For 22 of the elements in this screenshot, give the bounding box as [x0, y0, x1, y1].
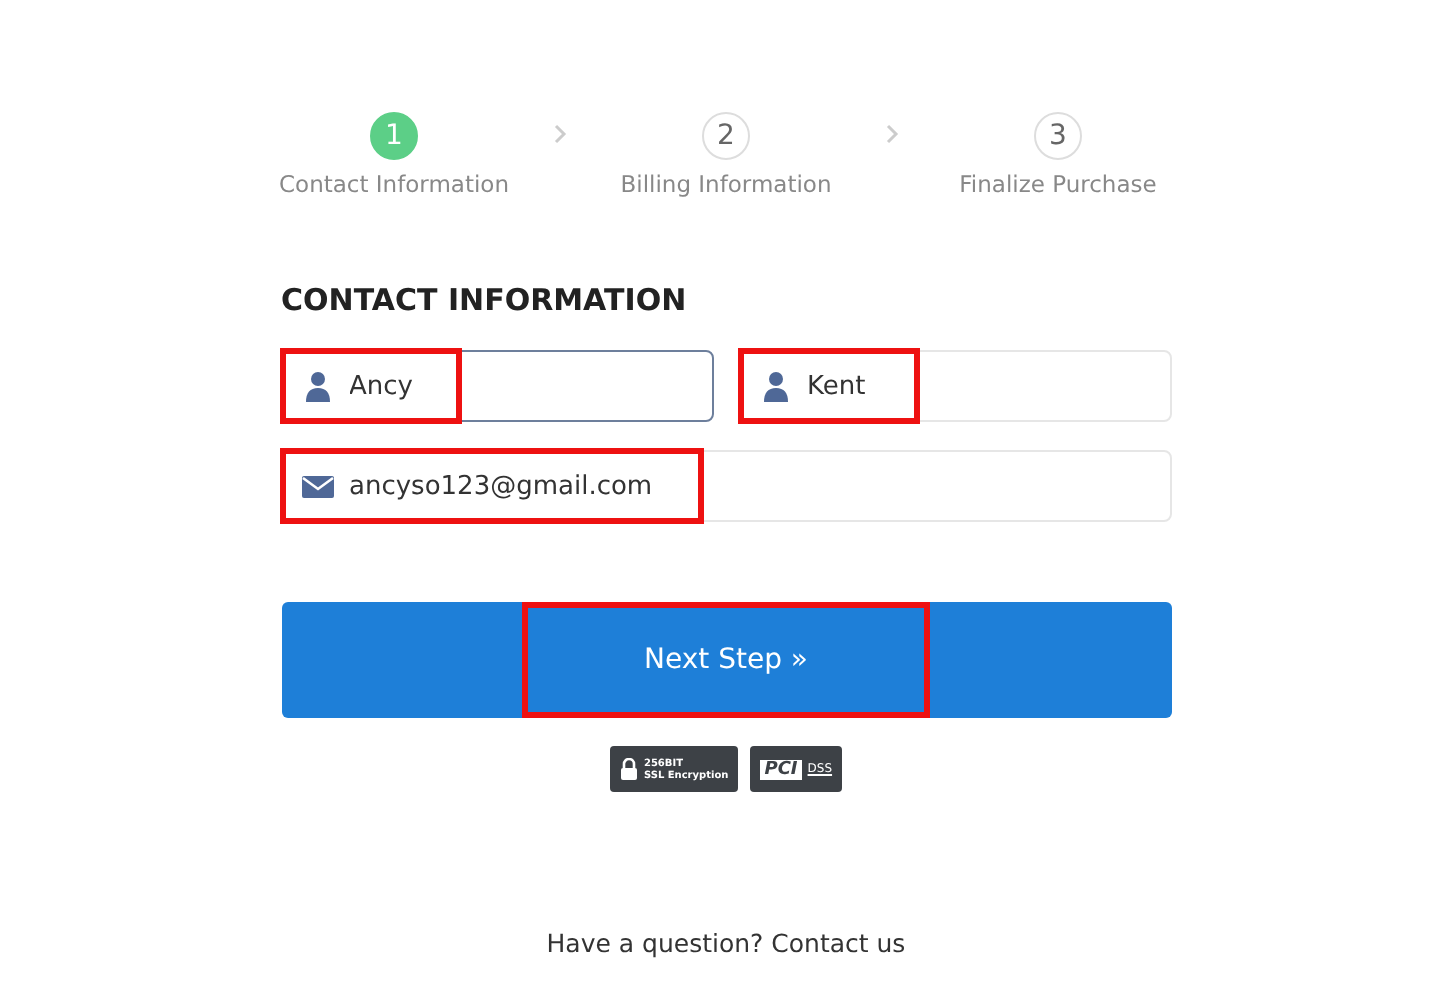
- step-label: Contact Information: [279, 170, 509, 198]
- name-input[interactable]: Kent: [807, 371, 880, 401]
- chevron-icon: [884, 124, 900, 144]
- text-field[interactable]: Kent: [739, 350, 1171, 422]
- user-icon: [759, 370, 791, 402]
- text-field[interactable]: Ancy: [281, 350, 713, 422]
- name-input[interactable]: Ancy: [349, 371, 422, 401]
- user-icon: [301, 370, 333, 402]
- step-label: Billing Information: [620, 170, 832, 198]
- step-number: 1: [370, 112, 418, 160]
- padlock-icon: [619, 758, 638, 780]
- step-number: 2: [702, 112, 750, 160]
- text-field[interactable]: ancyso123@gmail.com: [281, 450, 1171, 522]
- contact-text: Have a question? Contact us: [544, 928, 908, 958]
- next-step-button[interactable]: Next Step »: [281, 602, 1171, 718]
- step-number: 3: [1034, 112, 1082, 160]
- section-heading: CONTACT INFORMATION: [281, 282, 689, 318]
- step-label: Finalize Purchase: [959, 170, 1157, 198]
- chevron-icon: [552, 124, 568, 144]
- envelope-icon: [301, 470, 333, 502]
- email-input[interactable]: ancyso123@gmail.com: [349, 471, 664, 501]
- highlight-box: Next Step »: [522, 602, 930, 718]
